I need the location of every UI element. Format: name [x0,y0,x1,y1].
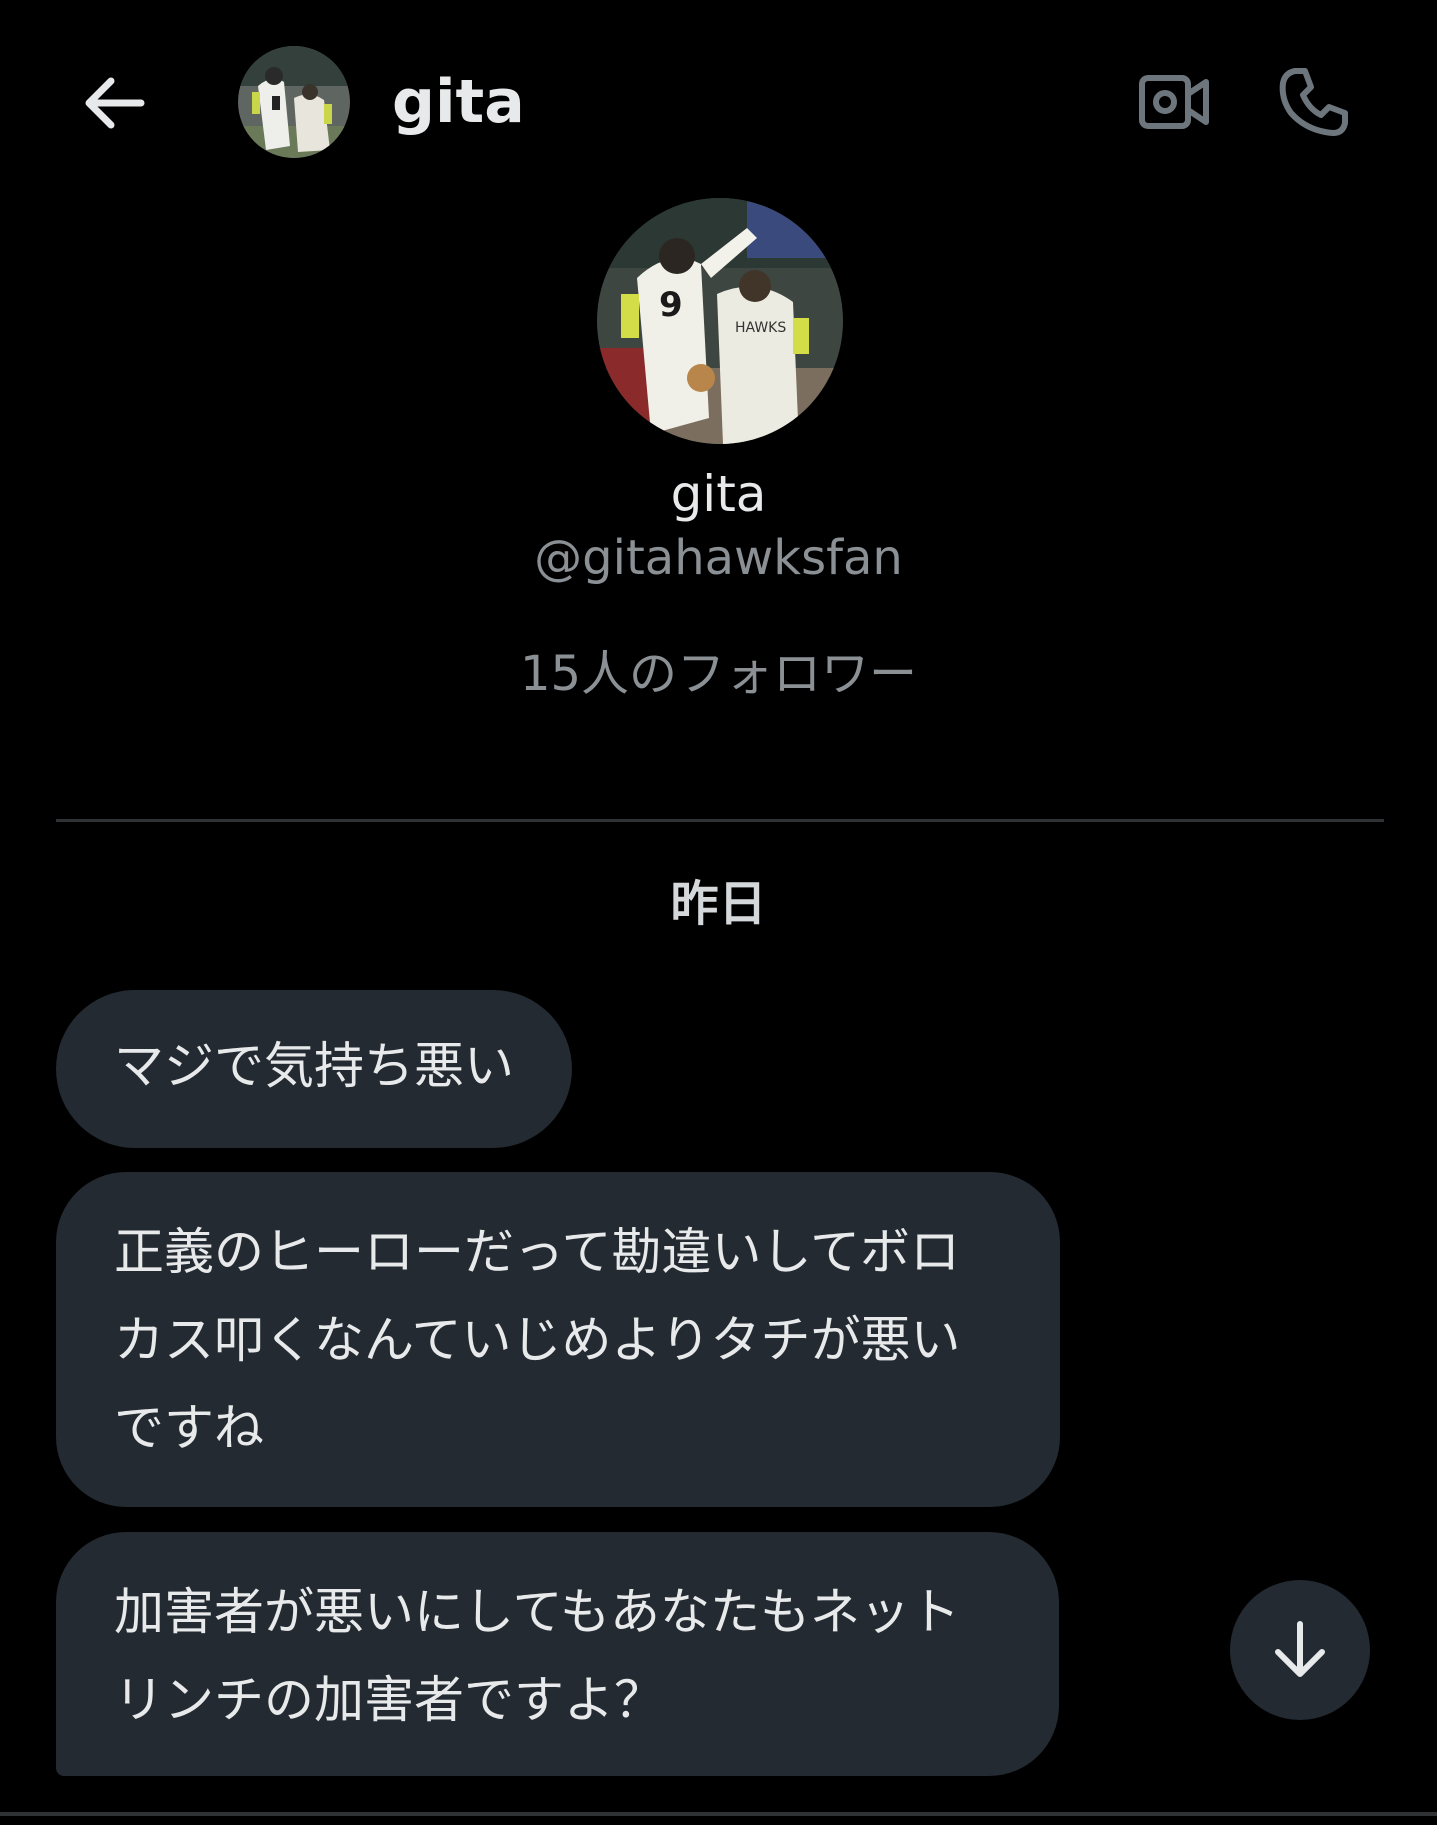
profile-name: gita [670,465,767,523]
svg-text:9: 9 [659,285,683,325]
followers-count[interactable]: 15人のフォロワー [0,640,1437,708]
conversation-header: gita [0,0,1437,200]
composer-divider [0,1812,1437,1816]
arrow-left-icon [85,77,145,129]
header-avatar[interactable] [238,46,350,158]
message-text: マジで気持ち悪い [114,1037,514,1095]
divider [56,819,1384,822]
back-button[interactable] [72,62,154,144]
message-text: 正義のヒーローだって勘違いしてボロカス叩くなんていじめよりタチが悪いですね [114,1223,961,1457]
message-bubble[interactable]: 加害者が悪いにしてもあなたもネットリンチの加害者ですよ？ [56,1532,1059,1776]
message-bubble[interactable]: マジで気持ち悪い [56,990,572,1148]
arrow-down-icon [1275,1621,1325,1677]
phone-call-button[interactable] [1272,60,1356,144]
profile-avatar[interactable]: 9 HAWKS [597,198,843,444]
svg-text:HAWKS: HAWKS [735,320,786,336]
video-call-button[interactable] [1132,64,1216,140]
date-separator: 昨日 [670,876,767,932]
header-name[interactable]: gita [392,64,525,140]
scroll-to-bottom-button[interactable] [1230,1580,1370,1720]
profile-handle: @gitahawksfan [534,530,903,586]
video-camera-icon [1139,75,1209,129]
message-bubble[interactable]: 正義のヒーローだって勘違いしてボロカス叩くなんていじめよりタチが悪いですね [56,1172,1060,1507]
phone-icon [1279,68,1348,136]
message-text: 加害者が悪いにしてもあなたもネットリンチの加害者ですよ？ [114,1583,960,1729]
